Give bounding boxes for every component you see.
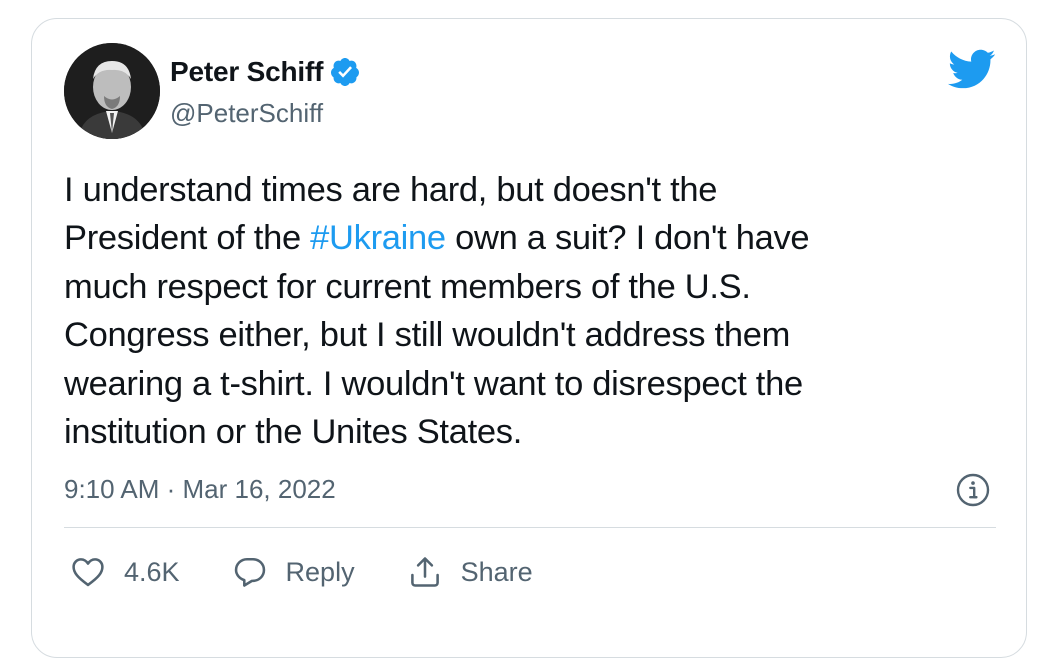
reply-label: Reply bbox=[285, 556, 355, 587]
share-button[interactable]: Share bbox=[407, 554, 533, 590]
divider bbox=[64, 527, 996, 528]
tweet-text-segment: wearing a t-shirt. I wouldn't want to di… bbox=[64, 364, 803, 403]
share-label: Share bbox=[460, 556, 533, 587]
heart-icon bbox=[72, 558, 104, 587]
hashtag-link[interactable]: #Ukraine bbox=[310, 219, 446, 257]
author-name[interactable]: Peter Schiff bbox=[170, 56, 323, 88]
tweet-text: I understand times are hard, but doesn't… bbox=[64, 166, 994, 456]
tweet-line: institution or the Unites States. bbox=[64, 408, 994, 456]
tweet-timestamp[interactable]: 9:10 AM · Mar 16, 2022 bbox=[64, 474, 336, 505]
tweet-text-segment: Congress either, but I still wouldn't ad… bbox=[64, 316, 791, 355]
tweet-line: President of the #Ukraine own a suit? I … bbox=[64, 214, 994, 262]
avatar[interactable] bbox=[64, 43, 160, 139]
twitter-bird-icon[interactable] bbox=[946, 48, 996, 90]
author-handle[interactable]: @PeterSchiff bbox=[170, 98, 323, 129]
tweet-line: much respect for current members of the … bbox=[64, 263, 994, 311]
verified-badge-icon bbox=[331, 58, 360, 86]
share-icon bbox=[410, 557, 439, 587]
tweet-actions: 4.6K Reply Share bbox=[70, 552, 585, 592]
tweet-text-segment: much respect for current members of the … bbox=[64, 267, 751, 306]
tweet-text-segment: institution or the Unites States. bbox=[64, 413, 523, 452]
avatar-photo bbox=[64, 43, 160, 139]
tweet-text-segment: own a suit? I don't have bbox=[445, 219, 810, 258]
speech-bubble-icon bbox=[234, 557, 265, 587]
like-count: 4.6K bbox=[124, 556, 180, 587]
author-row: Peter Schiff bbox=[170, 56, 361, 88]
tweet-text-segment: I understand times are hard, but doesn't… bbox=[64, 171, 718, 209]
info-icon[interactable] bbox=[955, 472, 991, 508]
tweet-text-segment: President of the bbox=[64, 219, 311, 258]
tweet-line: Congress either, but I still wouldn't ad… bbox=[64, 311, 994, 359]
like-button[interactable]: 4.6K bbox=[70, 554, 180, 590]
tweet-line: wearing a t-shirt. I wouldn't want to di… bbox=[64, 360, 994, 408]
tweet-line: I understand times are hard, but doesn't… bbox=[64, 166, 994, 214]
reply-button[interactable]: Reply bbox=[232, 554, 355, 590]
